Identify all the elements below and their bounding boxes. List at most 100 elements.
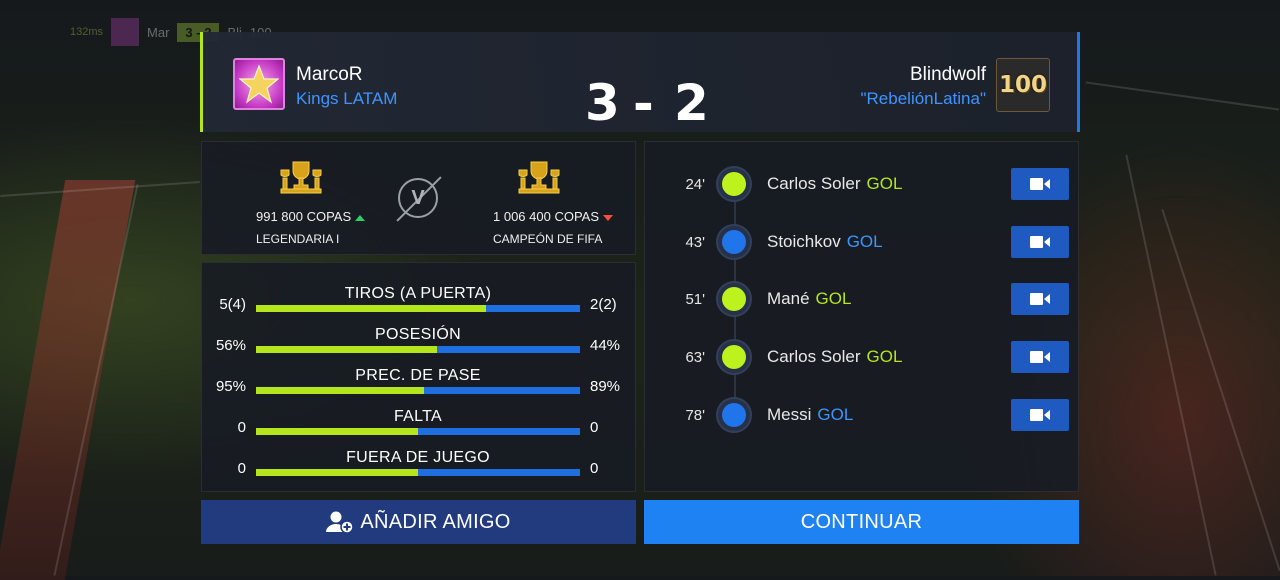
home-cups-count: 991 800 COPAS [256,209,352,224]
add-friend-button[interactable]: AÑADIR AMIGO [201,500,636,544]
event-type: GOL [815,289,852,308]
stat-bar-home-fill [256,346,438,353]
ball-icon [716,166,752,202]
stat-bar [256,387,580,394]
stat-bar-home-fill [256,428,418,435]
event-row: 43' Stoichkov GOL [645,222,1080,262]
event-minute: 78' [685,407,705,424]
stat-bar-home-fill [256,469,418,476]
stat-row: POSESIÓN 56% 44% [202,326,637,368]
stat-away-value: 0 [590,419,599,436]
event-player: Carlos Soler [767,347,861,366]
event-row: 78' Messi GOL [645,395,1080,435]
stat-away-value: 2(2) [590,296,617,313]
event-player: Mané [767,289,810,308]
event-text: Messi GOL [767,405,853,425]
event-text: Mané GOL [767,289,851,309]
event-minute: 51' [685,291,705,308]
video-camera-icon [1030,409,1050,421]
stat-label: FALTA [393,408,443,425]
stat-row: FALTA 0 0 [202,408,637,450]
match-stats-panel: TIROS (A PUERTA) 5(4) 2(2) POSESIÓN 56% … [201,262,636,492]
event-player: Messi [767,405,812,424]
stat-label: POSESIÓN [375,326,461,343]
event-player: Carlos Soler [767,174,861,193]
stat-bar [256,469,580,476]
score-away: 2 [674,74,710,132]
event-type: GOL [817,405,854,424]
video-camera-icon [1030,351,1050,363]
event-text: Stoichkov GOL [767,232,883,252]
away-player-name: Blindwolf [909,64,986,85]
background-stand [0,180,136,580]
trophy-icon [518,161,560,194]
score-separator: - [633,75,655,133]
continue-label: CONTINUAR [800,510,923,533]
trend-up-icon [355,214,366,221]
away-club-name[interactable]: "RebeliónLatina" [861,89,987,109]
home-player-name: MarcoR [296,64,363,85]
hud-badge [111,18,140,46]
ball-icon-fill [722,287,746,311]
stat-home-value: 0 [237,419,246,436]
video-camera-icon [1030,236,1050,248]
replay-button[interactable] [1011,283,1069,315]
ball-icon-fill [722,172,746,196]
trophy-icon [280,161,322,194]
away-tier: CAMPEÓN DE FIFA [493,232,603,246]
match-events-panel: 24' Carlos Soler GOL 43' Stoichkov GOL 51'… [644,141,1079,492]
stat-away-value: 44% [590,337,621,354]
add-user-icon [326,511,355,534]
star-icon [239,64,279,104]
trend-down-icon [603,214,613,221]
stat-home-value: 0 [237,460,246,477]
event-row: 51' Mané GOL [645,279,1080,319]
stat-away-value: 89% [590,378,621,395]
stat-label: TIROS (A PUERTA) [344,285,492,302]
event-minute: 43' [685,234,705,251]
away-cups-count: 1 006 400 COPAS [493,209,599,224]
stat-home-value: 5(4) [219,296,246,313]
cups-panel: 991 800 COPAS LEGENDARIA I V 1 006 400 C… [201,141,636,255]
home-cups: 991 800 COPAS [256,209,366,224]
ball-icon-fill [722,403,746,427]
ball-icon [716,397,752,433]
ball-icon-fill [722,230,746,254]
replay-button[interactable] [1011,341,1069,373]
ball-icon [716,224,752,260]
stat-bar-home-fill [256,387,425,394]
score-home: 3 [585,74,621,132]
stat-row: PREC. DE PASE 95% 89% [202,367,637,409]
stat-row: FUERA DE JUEGO 0 0 [202,449,637,491]
versus-icon: V [398,178,438,218]
stat-label: PREC. DE PASE [355,367,481,384]
match-header: MarcoR Kings LATAM 3 - 2 Blindwolf "Rebe… [200,32,1080,133]
stat-bar [256,305,580,312]
ping-indicator: 132ms [70,26,104,38]
replay-button[interactable] [1011,168,1069,200]
away-avatar-badge: 100 [996,58,1050,112]
pitch-line [1085,81,1280,111]
ball-icon [716,339,752,375]
home-avatar [233,58,285,110]
video-camera-icon [1030,178,1050,190]
ball-icon [716,281,752,317]
stat-row: TIROS (A PUERTA) 5(4) 2(2) [202,285,637,327]
ball-icon-fill [722,345,746,369]
event-player: Stoichkov [767,232,841,251]
event-type: GOL [846,232,883,251]
event-row: 24' Carlos Soler GOL [645,164,1080,204]
stat-away-value: 0 [590,460,599,477]
continue-button[interactable]: CONTINUAR [644,500,1079,544]
stat-home-value: 56% [215,337,246,354]
video-camera-icon [1030,293,1050,305]
home-club-name[interactable]: Kings LATAM [296,89,397,109]
replay-button[interactable] [1011,226,1069,258]
stat-bar [256,346,580,353]
event-minute: 24' [685,176,705,193]
replay-button[interactable] [1011,399,1069,431]
pitch-line [1161,208,1280,572]
event-type: GOL [866,347,903,366]
stat-label: FUERA DE JUEGO [346,449,490,466]
stat-bar-home-fill [256,305,487,312]
